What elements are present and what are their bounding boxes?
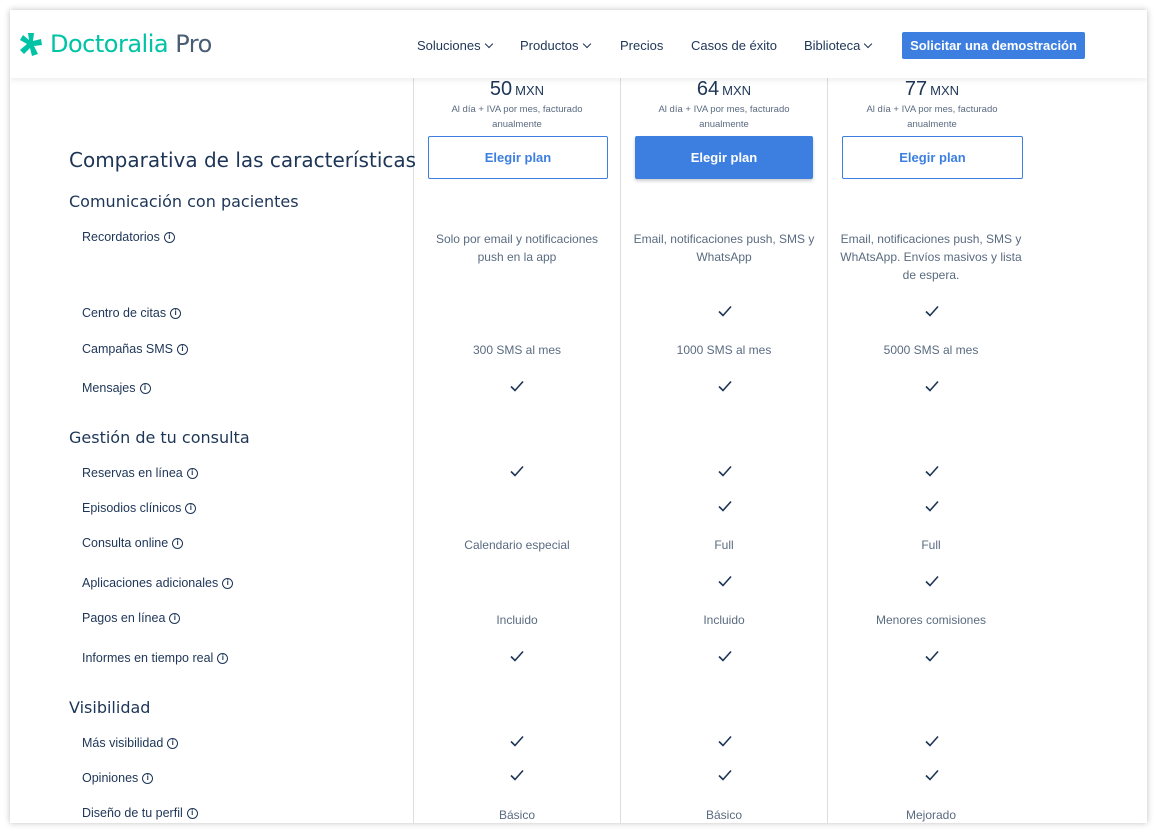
column-divider <box>620 78 621 823</box>
cell-diseno-plan-2: Básico <box>705 808 743 822</box>
check-icon <box>925 650 939 662</box>
cell-pagos-plan-2: Incluido <box>703 613 745 627</box>
nav-item-productos[interactable]: Productos <box>520 38 591 53</box>
feature-campanas-sms: Campañas SMS i <box>82 342 189 356</box>
check-icon <box>925 465 939 477</box>
check-icon <box>718 305 732 317</box>
cell-campanas-plan-3: 5000 SMS al mes <box>883 343 979 357</box>
plan-3-choose-button[interactable]: Elegir plan <box>842 136 1023 179</box>
section-title-visibilidad: Visibilidad <box>69 698 151 717</box>
cell-campanas-plan-1: 300 SMS al mes <box>472 343 562 357</box>
section-title-gestion: Gestión de tu consulta <box>69 428 250 447</box>
plan-2-price-note: Al día + IVA por mes, facturado anualmen… <box>658 104 790 130</box>
feature-centro-de-citas: Centro de citas i <box>82 306 182 320</box>
page-title: Comparativa de las características <box>69 148 417 172</box>
page-frame: Doctoralia Pro Soluciones Productos Prec… <box>10 10 1147 823</box>
info-icon[interactable]: i <box>167 737 179 749</box>
cell-consulta-plan-1: Calendario especial <box>464 538 570 552</box>
feature-opiniones: Opiniones i <box>82 771 154 785</box>
info-icon[interactable]: i <box>186 807 198 819</box>
feature-informes-tiempo-real: Informes en tiempo real i <box>82 651 229 665</box>
info-icon[interactable]: i <box>169 612 181 624</box>
check-icon <box>718 575 732 587</box>
check-icon <box>510 735 524 747</box>
info-icon[interactable]: i <box>142 772 154 784</box>
check-icon <box>718 500 732 512</box>
plan-1-choose-button[interactable]: Elegir plan <box>428 136 608 179</box>
feature-diseno-perfil: Diseño de tu perfil i <box>82 806 198 820</box>
chevron-down-icon <box>864 39 873 48</box>
check-icon <box>510 650 524 662</box>
plan-1-price-note: Al día + IVA por mes, facturado anualmen… <box>451 104 583 130</box>
check-icon <box>925 380 939 392</box>
section-title-comunicacion: Comunicación con pacientes <box>69 192 299 211</box>
check-icon <box>925 500 939 512</box>
check-icon <box>718 769 732 781</box>
feature-mensajes: Mensajes i <box>82 381 151 395</box>
plan-2-price: 64 MXN <box>696 78 752 100</box>
brand-name: Doctoralia Pro <box>50 30 212 58</box>
info-icon[interactable]: i <box>163 231 175 243</box>
nav-item-biblioteca[interactable]: Biblioteca <box>804 38 873 53</box>
info-icon[interactable]: i <box>186 467 198 479</box>
check-icon <box>925 575 939 587</box>
column-divider <box>827 78 828 823</box>
info-icon[interactable]: i <box>139 382 151 394</box>
info-icon[interactable]: i <box>170 307 182 319</box>
plan-3-price-note: Al día + IVA por mes, facturado anualmen… <box>866 104 998 130</box>
check-icon <box>718 380 732 392</box>
cell-pagos-plan-1: Incluido <box>496 613 538 627</box>
cell-diseno-plan-1: Básico <box>498 808 536 822</box>
info-icon[interactable]: i <box>222 577 234 589</box>
check-icon <box>510 380 524 392</box>
feature-episodios-clinicos: Episodios clínicos i <box>82 501 197 515</box>
nav-item-soluciones[interactable]: Soluciones <box>417 38 493 53</box>
plan-3-price: 77 MXN <box>904 78 960 100</box>
feature-reservas-en-linea: Reservas en línea i <box>82 466 198 480</box>
feature-mas-visibilidad: Más visibilidad i <box>82 736 179 750</box>
check-icon <box>510 769 524 781</box>
cell-consulta-plan-2: Full <box>714 538 734 552</box>
check-icon <box>925 735 939 747</box>
cell-campanas-plan-2: 1000 SMS al mes <box>676 343 772 357</box>
brand-logo[interactable]: Doctoralia Pro <box>18 30 212 58</box>
cell-pagos-plan-3: Menores comisiones <box>875 613 987 627</box>
request-demo-button[interactable]: Solicitar una demostración <box>902 32 1085 59</box>
plan-1-price: 50 MXN <box>489 78 545 100</box>
column-divider <box>413 78 414 823</box>
doctoralia-logo-icon <box>20 33 42 56</box>
check-icon <box>718 465 732 477</box>
feature-recordatorios: Recordatorios i <box>82 230 175 244</box>
plan-2-choose-button[interactable]: Elegir plan <box>635 136 813 179</box>
info-icon[interactable]: i <box>177 343 189 355</box>
check-icon <box>510 465 524 477</box>
chevron-down-icon <box>582 39 591 48</box>
cell-recordatorios-plan-2: Email, notificaciones push, SMS y WhatsA… <box>633 232 815 264</box>
check-icon <box>718 650 732 662</box>
info-icon[interactable]: i <box>217 652 229 664</box>
cell-recordatorios-plan-3: Email, notificaciones push, SMS y WhAtsA… <box>840 232 1022 282</box>
chevron-down-icon <box>484 39 493 48</box>
feature-pagos-en-linea: Pagos en línea i <box>82 611 181 625</box>
info-icon[interactable]: i <box>185 502 197 514</box>
cell-diseno-plan-3: Mejorado <box>905 808 957 822</box>
cell-consulta-plan-3: Full <box>921 538 941 552</box>
nav-item-precios[interactable]: Precios <box>620 38 663 53</box>
check-icon <box>718 735 732 747</box>
feature-aplicaciones-adicionales: Aplicaciones adicionales i <box>82 576 234 590</box>
nav-item-casos-de-exito[interactable]: Casos de éxito <box>691 38 777 53</box>
info-icon[interactable]: i <box>172 537 184 549</box>
check-icon <box>925 769 939 781</box>
site-header: Doctoralia Pro Soluciones Productos Prec… <box>10 10 1147 78</box>
cell-recordatorios-plan-1: Solo por email y notificaciones push en … <box>435 232 599 264</box>
check-icon <box>925 305 939 317</box>
feature-consulta-online: Consulta online i <box>82 536 184 550</box>
